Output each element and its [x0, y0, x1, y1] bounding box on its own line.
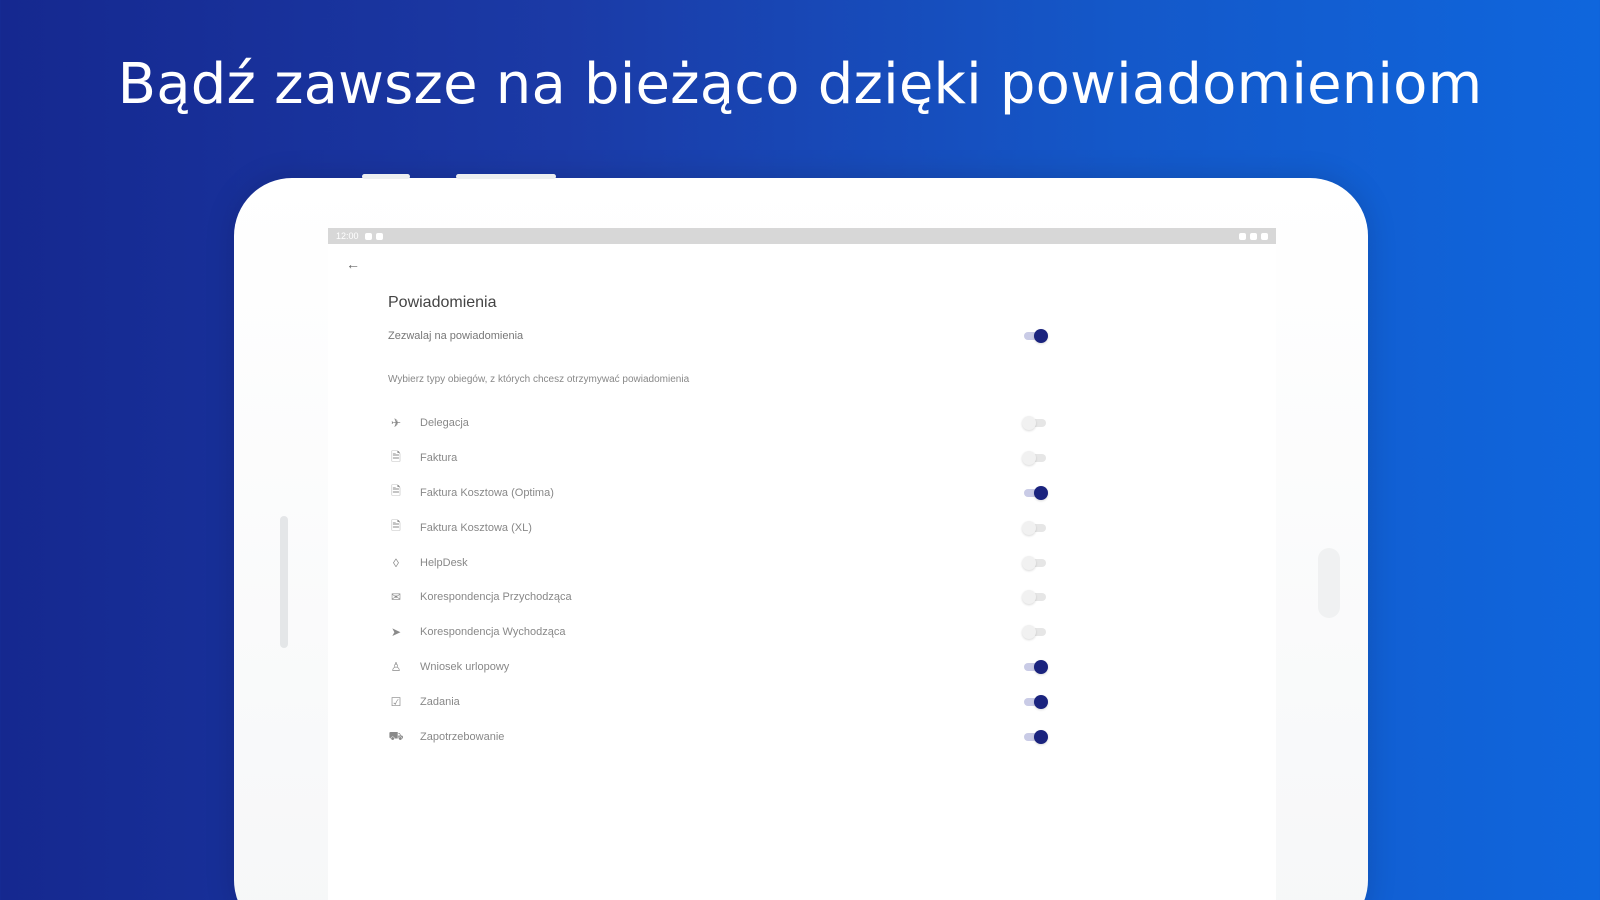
notification-type-toggle[interactable]	[1022, 729, 1048, 744]
allow-notifications-label: Zezwalaj na powiadomienia	[388, 330, 524, 342]
notification-type-toggle[interactable]	[1022, 555, 1048, 570]
notification-type-toggle[interactable]	[1022, 416, 1048, 431]
notification-types-hint: Wybierz typy obiegów, z których chcesz o…	[388, 374, 690, 385]
notification-type-label: Faktura	[420, 452, 458, 465]
notification-type-toggle[interactable]	[1022, 485, 1048, 500]
tablet-side-button	[280, 516, 288, 648]
notification-type-row: ☑ Zadania	[388, 684, 1048, 719]
notification-type-toggle[interactable]	[1022, 520, 1048, 535]
notification-type-label: Zapotrzebowanie	[420, 730, 505, 743]
notification-type-toggle[interactable]	[1022, 625, 1048, 640]
notification-type-row: ⛟ Zapotrzebowanie	[388, 719, 1048, 754]
app-screen: 12:00 ← Powiadomienia Zezwalaj na powiad…	[328, 228, 1276, 900]
plane-icon: ✈	[390, 416, 402, 431]
allow-notifications-row: Zezwalaj na powiadomienia	[388, 324, 1048, 348]
notification-type-toggle[interactable]	[1022, 694, 1048, 709]
notification-type-list: ✈ Delegacja 🗎 Faktura 🗎 Faktura Kosztowa (Opt…	[388, 406, 1048, 754]
notification-type-row: 🗎 Faktura Kosztowa (XL)	[388, 510, 1048, 545]
tablet-power-button	[456, 174, 556, 179]
notification-type-row: ➤ Korespondencja Wychodząca	[388, 615, 1048, 650]
back-arrow-icon[interactable]: ←	[346, 256, 360, 272]
notification-type-label: Delegacja	[420, 417, 469, 430]
allow-notifications-toggle[interactable]	[1022, 329, 1048, 343]
status-bar: 12:00	[328, 228, 1276, 244]
battery-icon	[1261, 232, 1268, 240]
status-time: 12:00	[336, 231, 359, 241]
document-icon: 🗎	[391, 449, 401, 464]
notification-type-label: Korespondencja Wychodząca	[420, 626, 566, 639]
notification-type-row: ♙ Wniosek urlopowy	[388, 650, 1048, 685]
notification-type-label: Faktura Kosztowa (Optima)	[420, 486, 554, 499]
notification-type-label: Zadania	[420, 695, 460, 708]
notification-type-toggle[interactable]	[1022, 659, 1048, 674]
inbox-icon: ✉	[390, 590, 402, 605]
notification-icon	[375, 232, 383, 240]
notification-type-row: ✉ Korespondencja Przychodząca	[388, 580, 1048, 615]
notification-icon	[364, 232, 372, 240]
notification-type-label: HelpDesk	[420, 556, 468, 569]
tablet-camera	[1318, 548, 1340, 618]
notification-type-row: 🗎 Faktura Kosztowa (Optima)	[388, 476, 1048, 511]
bulb-icon: ◊	[393, 555, 399, 570]
notification-type-row: ◊ HelpDesk	[388, 545, 1048, 580]
notification-type-toggle[interactable]	[1022, 451, 1048, 466]
notification-type-row: 🗎 Faktura	[388, 441, 1048, 476]
notification-type-toggle[interactable]	[1022, 590, 1048, 605]
notification-type-label: Wniosek urlopowy	[420, 660, 510, 673]
document-icon: 🗎	[391, 484, 401, 499]
tablet-volume-button	[362, 174, 410, 179]
notification-type-label: Korespondencja Przychodząca	[420, 591, 572, 604]
document-icon: 🗎	[391, 519, 401, 534]
page-title: Powiadomienia	[388, 294, 497, 311]
notification-type-label: Faktura Kosztowa (XL)	[420, 521, 532, 534]
cart-icon: ⛟	[388, 728, 404, 743]
wifi-icon	[1239, 232, 1246, 240]
checkbox-icon: ☑	[390, 694, 402, 709]
signal-icon	[1250, 232, 1257, 240]
send-icon: ➤	[390, 625, 402, 640]
headline: Bądź zawsze na bieżąco dzięki powiadomie…	[117, 52, 1483, 117]
notification-type-row: ✈ Delegacja	[388, 406, 1048, 441]
person-icon: ♙	[390, 659, 402, 674]
